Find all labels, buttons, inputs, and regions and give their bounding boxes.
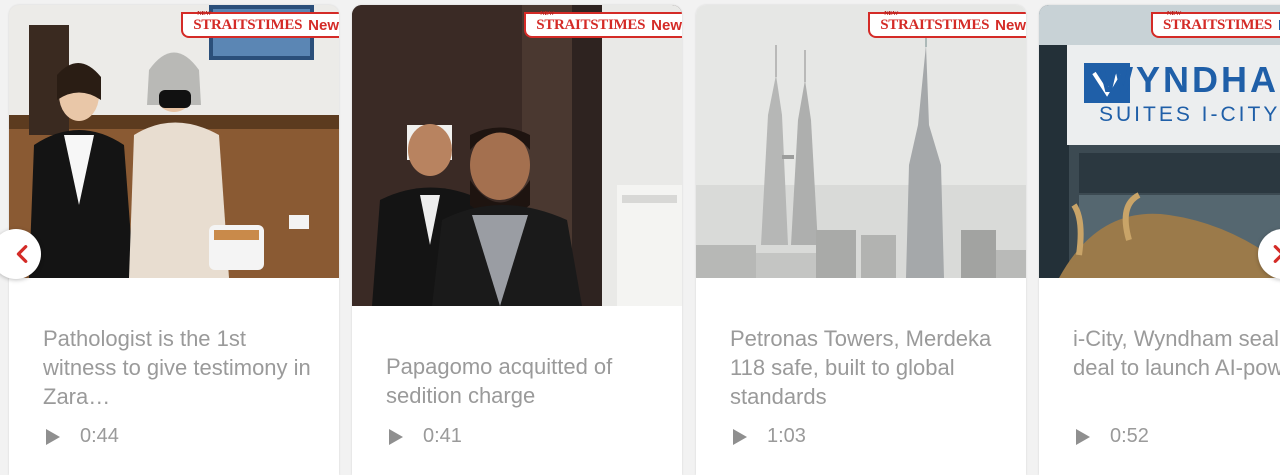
brand-badge: NEW STRAITSTIMES New <box>868 11 1026 38</box>
video-carousel: NEW STRAITSTIMES New Pathologist is the 1… <box>0 0 1280 475</box>
brand-badge: NEW STRAITSTIMES New <box>181 11 339 38</box>
video-card-2[interactable]: NEW STRAITSTIMES New Papagomo acquitted o… <box>352 5 682 475</box>
video-thumbnail-1[interactable]: NEW STRAITSTIMES New <box>9 5 339 278</box>
video-card-3[interactable]: NEW STRAITSTIMES New Petronas Towers, Mer… <box>696 5 1026 475</box>
video-meta: 0:41 <box>386 425 462 448</box>
play-icon <box>389 428 403 445</box>
video-thumbnail-4[interactable]: WYNDHAM SUITES I-CITY NEWSTRAITSTIMES Bu <box>1039 5 1280 278</box>
signage-line-1: WYNDHAM <box>1099 59 1280 100</box>
brand-badge: NEWSTRAITSTIMES Bu <box>1151 11 1280 38</box>
video-meta: 0:44 <box>43 425 119 448</box>
wyndham-hotel-image <box>1039 5 1280 278</box>
chevron-left-icon <box>16 245 28 263</box>
play-icon <box>1076 428 1090 445</box>
hotel-signage: WYNDHAM SUITES I-CITY <box>1099 59 1280 126</box>
video-meta: 0:52 <box>1073 425 1149 448</box>
court-hallway-image <box>9 5 339 278</box>
brand-badge: NEW STRAITSTIMES New <box>524 11 682 38</box>
courthouse-exit-image <box>352 5 682 306</box>
video-card-1[interactable]: NEW STRAITSTIMES New Pathologist is the 1… <box>9 5 339 475</box>
video-title[interactable]: Petronas Towers, Merdeka 118 safe, built… <box>730 324 1012 411</box>
video-thumbnail-2[interactable]: NEW STRAITSTIMES New <box>352 5 682 306</box>
video-title[interactable]: Papagomo acquitted of sedition charge <box>386 352 668 410</box>
video-duration: 1:03 <box>767 425 806 447</box>
video-title[interactable]: Pathologist is the 1st witness to give t… <box>43 324 325 411</box>
video-title[interactable]: i-City, Wyndham seal RM200mil deal to la… <box>1073 324 1280 411</box>
video-duration: 0:41 <box>423 425 462 447</box>
video-meta: 1:03 <box>730 425 806 448</box>
kl-skyline-image <box>696 5 1026 278</box>
video-card-4[interactable]: WYNDHAM SUITES I-CITY NEWSTRAITSTIMES Bu… <box>1039 5 1280 475</box>
video-duration: 0:52 <box>1110 425 1149 447</box>
play-icon <box>733 428 747 445</box>
video-thumbnail-3[interactable]: NEW STRAITSTIMES New <box>696 5 1026 278</box>
video-duration: 0:44 <box>80 425 119 447</box>
play-icon <box>46 428 60 445</box>
chevron-right-icon <box>1273 245 1280 263</box>
signage-line-2: SUITES I-CITY <box>1099 103 1280 126</box>
